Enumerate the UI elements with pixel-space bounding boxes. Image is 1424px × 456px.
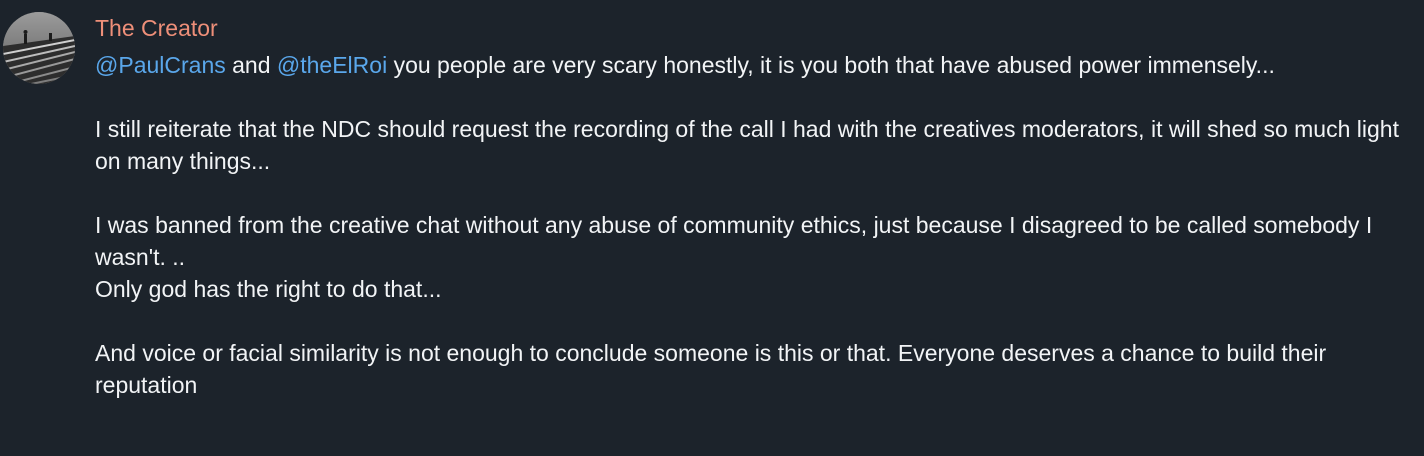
avatar-photo-icon	[3, 12, 75, 84]
message-paragraph-1-text: you people are very scary honestly, it i…	[387, 52, 1275, 78]
message-paragraph-4: And voice or facial similarity is not en…	[95, 340, 1327, 398]
mention-theelroi[interactable]: @theElRoi	[277, 52, 387, 78]
message-text: @PaulCrans and @theElRoi you people are …	[95, 49, 1405, 401]
chat-message: The Creator @PaulCrans and @theElRoi you…	[0, 0, 1424, 456]
mention-connector: and	[225, 52, 277, 78]
avatar[interactable]	[3, 12, 75, 84]
author-name[interactable]: The Creator	[95, 10, 1405, 46]
message-content: The Creator @PaulCrans and @theElRoi you…	[95, 10, 1405, 401]
message-paragraph-3-line-1: I was banned from the creative chat with…	[95, 212, 1373, 270]
message-paragraph-3-line-2: Only god has the right to do that...	[95, 276, 442, 302]
mention-paulcrans[interactable]: @PaulCrans	[95, 52, 226, 78]
message-paragraph-2: I still reiterate that the NDC should re…	[95, 116, 1399, 174]
message-paragraph-1: @PaulCrans and @theElRoi you people are …	[95, 49, 1405, 81]
